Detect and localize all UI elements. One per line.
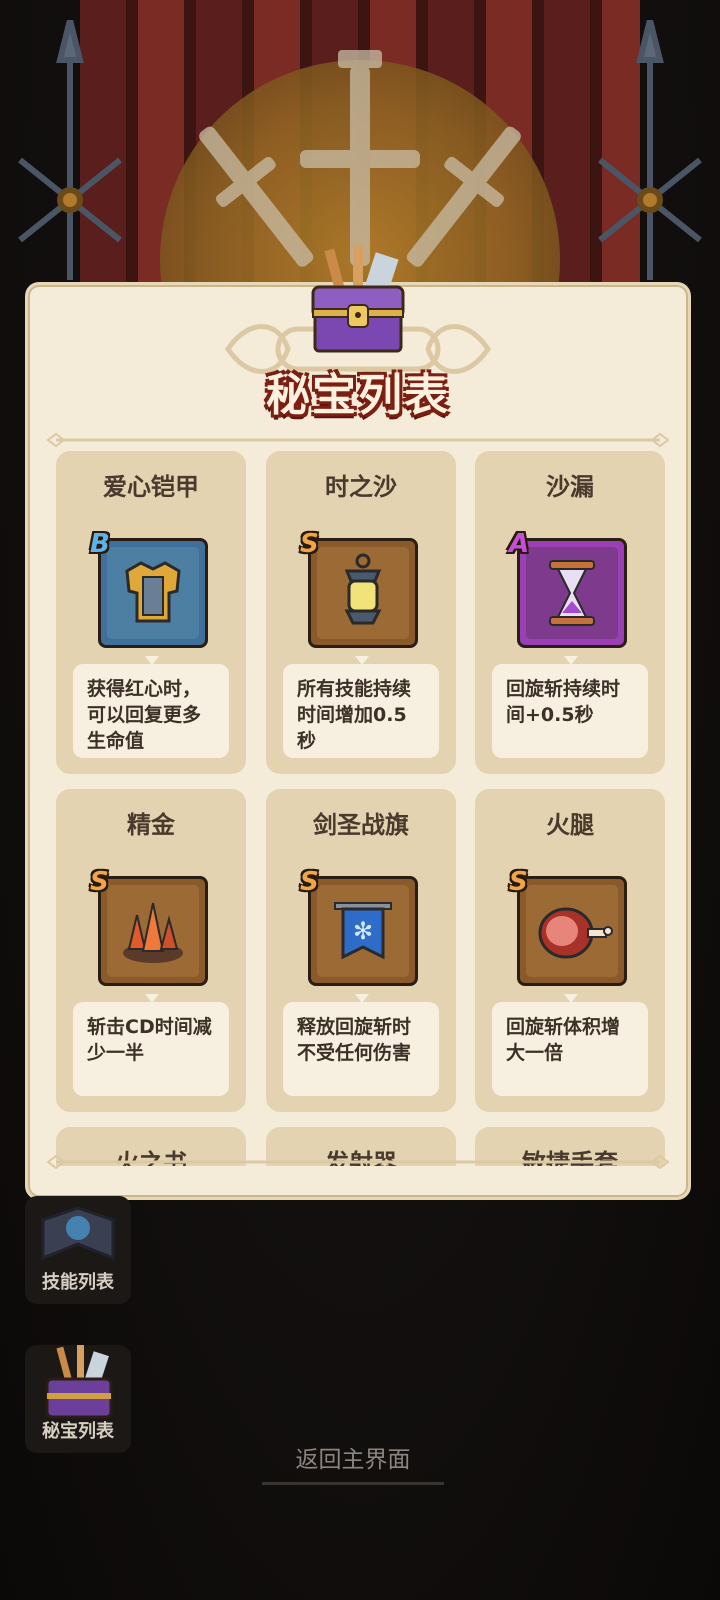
treasure-icon-frame bbox=[517, 538, 627, 648]
treasure-description: 获得红心时，可以回复更多生命值 bbox=[73, 664, 229, 758]
lantern-icon bbox=[344, 553, 382, 625]
treasure-card[interactable]: 剑圣战旗 ✻ S 释放回旋斩时不受任何伤害 bbox=[266, 789, 456, 1112]
skill-book-icon bbox=[41, 1206, 115, 1261]
rank-badge: S bbox=[90, 867, 109, 897]
treasure-name: 剑圣战旗 bbox=[313, 811, 409, 839]
treasure-description: 回旋斩体积增大一倍 bbox=[492, 1002, 648, 1096]
treasure-chest-small-icon bbox=[45, 1345, 113, 1419]
spear-rack-left bbox=[10, 19, 130, 280]
treasure-description: 释放回旋斩时不受任何伤害 bbox=[283, 1002, 439, 1096]
treasure-list-button[interactable]: 秘宝列表 bbox=[25, 1345, 131, 1453]
treasure-name: 精金 bbox=[127, 811, 175, 839]
rank-badge: B bbox=[90, 529, 110, 559]
treasure-card[interactable]: 沙漏 A 回旋斩持续时间+0.5秒 bbox=[475, 451, 665, 774]
treasure-name: 时之沙 bbox=[325, 473, 397, 501]
rank-badge: A bbox=[509, 529, 530, 559]
skills-list-button[interactable]: 技能列表 bbox=[25, 1196, 131, 1304]
treasure-card[interactable]: 火腿 S 回旋斩体积增大一倍 bbox=[475, 789, 665, 1112]
skills-list-label: 技能列表 bbox=[42, 1272, 114, 1293]
treasure-card[interactable]: 爱心铠甲 B 获得红心时，可以回复更多生命值 bbox=[56, 451, 246, 774]
treasure-description: 回旋斩持续时间+0.5秒 bbox=[492, 664, 648, 758]
armor-icon bbox=[125, 561, 181, 623]
treasure-name: 爱心铠甲 bbox=[103, 473, 199, 501]
crystal-icon bbox=[123, 902, 183, 963]
ham-icon bbox=[538, 907, 613, 959]
treasure-list-panel: 秘宝列表 爱心铠甲 B 获得红心时，可以回复更多生命值 时之沙 S 所有技能持续时间增加0… bbox=[25, 245, 691, 1200]
treasure-icon-frame bbox=[98, 876, 208, 986]
banner-flag-icon: ✻ bbox=[334, 902, 392, 960]
treasure-icon-frame: ✻ bbox=[308, 876, 418, 986]
rank-badge: S bbox=[509, 867, 528, 897]
treasure-chest-icon bbox=[311, 245, 405, 353]
panel-title: 秘宝列表 bbox=[266, 370, 450, 421]
treasure-description: 所有技能持续时间增加0.5秒 bbox=[283, 664, 439, 758]
rank-badge: S bbox=[300, 529, 319, 559]
treasure-description: 斩击CD时间减少一半 bbox=[73, 1002, 229, 1096]
rank-badge: S bbox=[300, 867, 319, 897]
treasure-list-label: 秘宝列表 bbox=[42, 1421, 114, 1442]
treasure-card[interactable]: 时之沙 S 所有技能持续时间增加0.5秒 bbox=[266, 451, 456, 774]
hourglass-icon bbox=[549, 560, 595, 626]
svg-text:✻: ✻ bbox=[353, 917, 373, 945]
divider-top bbox=[46, 433, 670, 447]
treasure-card[interactable]: 精金 S 斩击CD时间减少一半 bbox=[56, 789, 246, 1112]
treasure-grid[interactable]: 爱心铠甲 B 获得红心时，可以回复更多生命值 时之沙 S 所有技能持续时间增加0.5秒 沙漏… bbox=[56, 451, 668, 1166]
divider-bottom bbox=[46, 1155, 670, 1169]
treasure-icon-frame bbox=[308, 538, 418, 648]
return-main-menu-button[interactable]: 返回主界面 bbox=[262, 1440, 444, 1485]
spear-rack-right bbox=[590, 19, 710, 280]
treasure-icon-frame bbox=[98, 538, 208, 648]
treasure-name: 沙漏 bbox=[546, 473, 594, 501]
treasure-name: 火腿 bbox=[546, 811, 594, 839]
treasure-icon-frame bbox=[517, 876, 627, 986]
